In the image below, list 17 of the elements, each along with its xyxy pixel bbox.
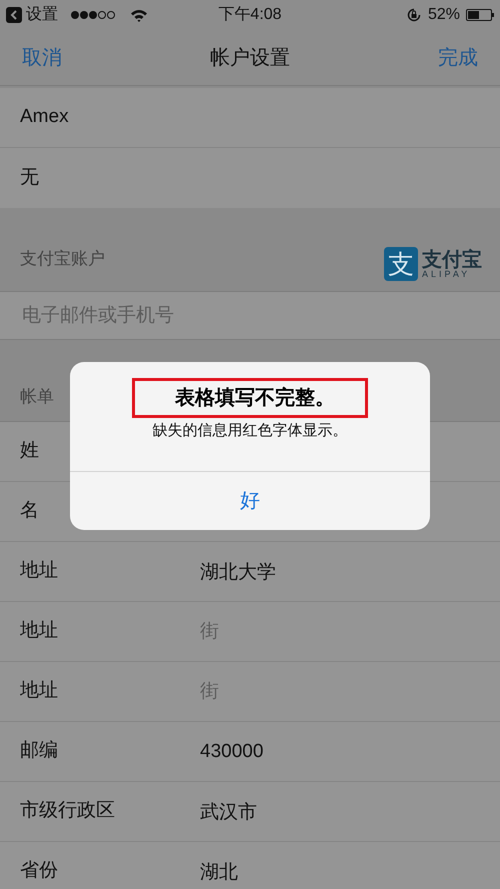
nav-title: 帐户设置 [210, 46, 290, 70]
field-label: 地址 [20, 679, 59, 704]
status-time: 下午4:08 [218, 5, 282, 25]
alert-message: 缺失的信息用红色字体显示。 [152, 421, 348, 441]
battery-percent: 52% [428, 5, 460, 25]
alert-title: 表格填写不完整。 [174, 386, 335, 411]
field-label: 名 [20, 499, 40, 524]
field-label: 邮编 [20, 739, 59, 764]
section-header: 支付宝账户 [20, 248, 105, 270]
section-header: 帐单 [20, 386, 54, 408]
field-label: 省份 [20, 859, 59, 884]
option-label: 无 [20, 166, 39, 190]
option-label: Amex [20, 105, 69, 130]
field-label: 地址 [20, 559, 59, 584]
field-label: 地址 [20, 619, 59, 644]
field-label: 市级行政区 [20, 799, 116, 824]
field-label: 姓 [20, 439, 40, 464]
